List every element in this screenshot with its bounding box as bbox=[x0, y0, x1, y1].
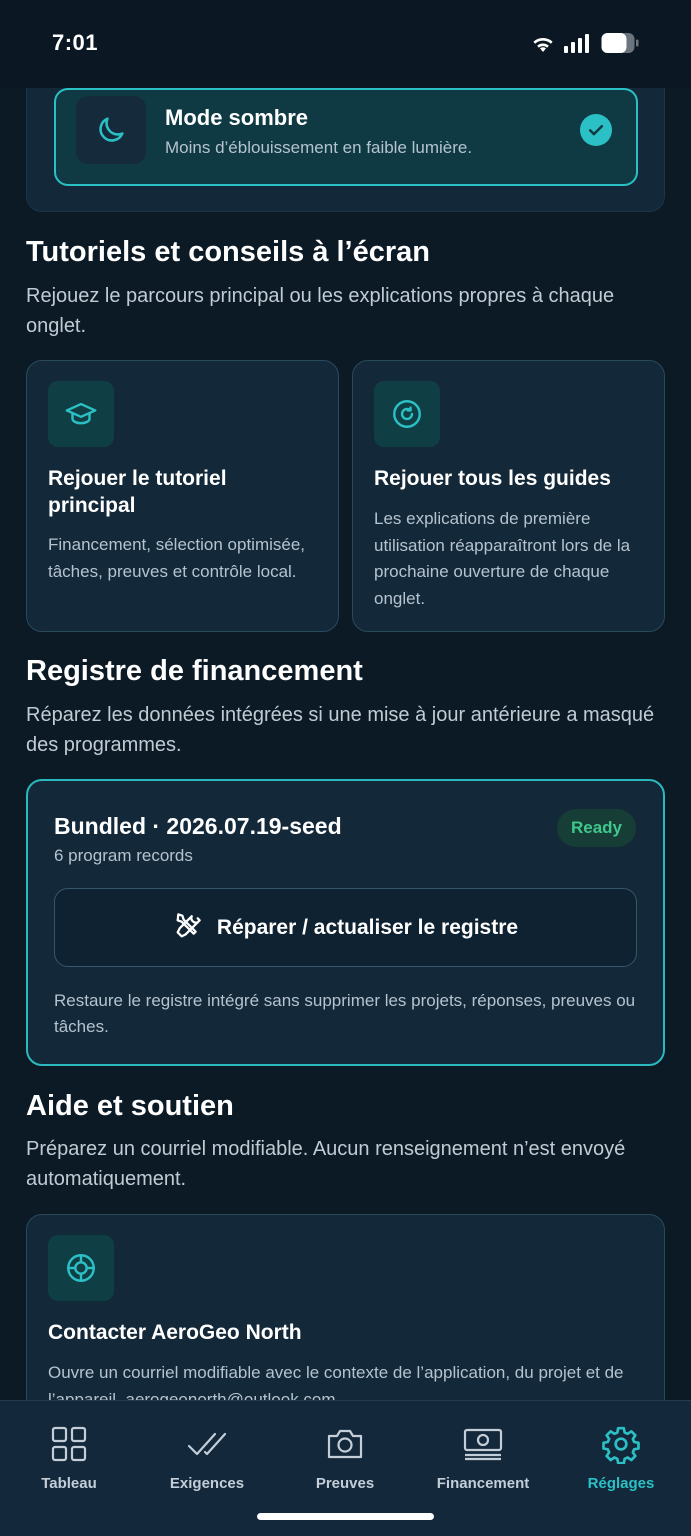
wifi-icon bbox=[531, 33, 555, 58]
replay-main-tutorial-title: Rejouer le tutoriel principal bbox=[48, 467, 227, 517]
dark-mode-title: Mode sombre bbox=[165, 105, 309, 130]
registry-section-title: Registre de financement bbox=[26, 655, 363, 687]
check-icon bbox=[580, 114, 612, 146]
help-section-description: Préparez un courriel modifiable. Aucun r… bbox=[26, 1138, 626, 1190]
registry-bundle-title: Bundled · 2026.07.19-seed bbox=[54, 813, 342, 839]
refresh-icon bbox=[374, 381, 440, 447]
signal-icon bbox=[564, 33, 592, 58]
replay-all-guides-text: Les explications de première utilisation… bbox=[374, 509, 631, 608]
repair-registry-button[interactable]: Réparer / actualiser le registre bbox=[54, 888, 637, 967]
grid-icon bbox=[50, 1423, 88, 1465]
status-time: 7:01 bbox=[52, 30, 99, 55]
battery-icon bbox=[601, 32, 639, 59]
contact-card-text: Ouvre un courriel modifiable avec le con… bbox=[48, 1363, 624, 1400]
registry-note: Restaure le registre intégré sans suppri… bbox=[54, 991, 636, 1036]
tab-reglages[interactable]: Réglages bbox=[552, 1423, 690, 1492]
replay-all-guides-card[interactable]: Rejouer tous les guides Les explications… bbox=[352, 360, 665, 632]
tab-financement-label: Financement bbox=[436, 1475, 530, 1492]
tab-reglages-label: Réglages bbox=[587, 1475, 655, 1492]
replay-all-guides-title: Rejouer tous les guides bbox=[374, 467, 611, 490]
registry-record-count: 6 program records bbox=[54, 846, 193, 865]
repair-registry-label: Réparer / actualiser le registre bbox=[216, 915, 519, 939]
tab-tableau[interactable]: Tableau bbox=[0, 1423, 138, 1492]
graduation-cap-icon bbox=[48, 381, 114, 447]
home-indicator[interactable] bbox=[257, 1513, 434, 1520]
contact-card[interactable]: Contacter AeroGeo North Ouvre un courrie… bbox=[26, 1214, 665, 1400]
tools-icon bbox=[173, 909, 205, 947]
status-bar: 7:01 bbox=[0, 0, 691, 88]
replay-main-tutorial-card[interactable]: Rejouer le tutoriel principal Financemen… bbox=[26, 360, 339, 632]
registry-section-description: Réparez les données intégrées si une mis… bbox=[26, 704, 655, 756]
banknote-icon bbox=[462, 1423, 504, 1465]
dark-mode-subtitle: Moins d’éblouissement en faible lumière. bbox=[165, 138, 473, 157]
tutorials-section-description: Rejouez le parcours principal ou les exp… bbox=[26, 285, 615, 337]
status-badge: Ready bbox=[556, 809, 636, 847]
tab-exigences-label: Exigences bbox=[169, 1475, 245, 1492]
tab-exigences[interactable]: Exigences bbox=[138, 1423, 276, 1492]
contact-card-title: Contacter AeroGeo North bbox=[48, 1321, 302, 1344]
registry-card: Bundled · 2026.07.19-seed 6 program reco… bbox=[26, 779, 665, 1066]
help-section-title: Aide et soutien bbox=[26, 1090, 234, 1122]
settings-scroll-area[interactable]: Mode sombre Moins d’éblouissement en fai… bbox=[0, 0, 691, 1400]
tab-tableau-label: Tableau bbox=[41, 1475, 97, 1492]
dark-mode-option[interactable]: Mode sombre Moins d’éblouissement en fai… bbox=[54, 88, 638, 186]
tutorials-section-title: Tutoriels et conseils à l’écran bbox=[26, 236, 431, 268]
tab-financement[interactable]: Financement bbox=[414, 1423, 552, 1492]
lifebuoy-icon bbox=[48, 1235, 114, 1301]
moon-icon bbox=[76, 96, 146, 164]
status-icons bbox=[531, 32, 639, 59]
replay-main-tutorial-text: Financement, sélection optimisée, tâches… bbox=[48, 535, 306, 581]
settings-screen: Mode sombre Moins d’éblouissement en fai… bbox=[0, 0, 691, 1536]
gear-icon bbox=[601, 1423, 641, 1465]
tab-preuves-label: Preuves bbox=[315, 1475, 375, 1492]
bottom-navigation: Tableau Exigences Preuves Financement Ré… bbox=[0, 1400, 691, 1536]
double-check-icon bbox=[187, 1423, 227, 1465]
camera-icon bbox=[325, 1423, 365, 1465]
tab-preuves[interactable]: Preuves bbox=[276, 1423, 414, 1492]
